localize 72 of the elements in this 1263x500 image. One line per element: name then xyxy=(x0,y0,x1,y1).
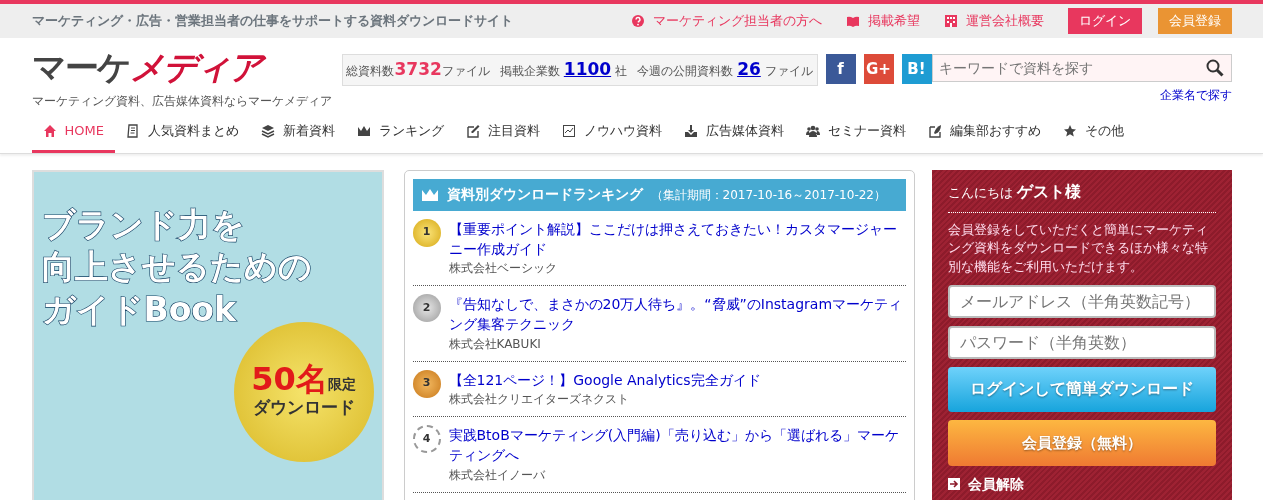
nav-tab[interactable]: セミナー資料 xyxy=(794,115,917,153)
facebook-button[interactable]: f xyxy=(825,54,856,84)
logo[interactable]: マーケメディア xyxy=(31,46,270,89)
rank-medal: 2 xyxy=(412,294,441,323)
tagline: マーケティング・広告・営業担当者の仕事をサポートする資料ダウンロードサイト xyxy=(31,12,513,31)
people-icon xyxy=(805,123,820,138)
ranking-link[interactable]: 【全121ページ！】Google Analytics完全ガイド xyxy=(448,369,761,390)
document-icon xyxy=(125,123,140,138)
ranking-link[interactable]: 【重要ポイント解説】ここだけは押さえておきたい！カスタマージャーニー作成ガイド xyxy=(448,218,906,260)
nav-tab[interactable]: 広告媒体資料 xyxy=(672,115,795,153)
company-name: 株式会社イノーバ xyxy=(448,466,546,484)
nav-tab[interactable]: ノウハウ資料 xyxy=(550,115,673,153)
stat-label: 掲載企業数 xyxy=(499,63,560,81)
crown-icon xyxy=(420,187,439,202)
edit-icon xyxy=(465,123,480,138)
greeting: こんにちは xyxy=(947,183,1013,202)
layers-icon xyxy=(260,123,275,138)
stat-value-link[interactable]: 1100 xyxy=(559,57,616,83)
ranking-period: （集計期間：2017-10-16～2017-10-22） xyxy=(650,186,886,204)
rank-medal: 1 xyxy=(412,218,441,247)
company-name: 株式会社ベーシック xyxy=(448,260,558,278)
unsubscribe-link[interactable]: 会員解除 xyxy=(967,473,1024,495)
banner-headline: ブランド力を xyxy=(41,203,246,246)
top-link[interactable]: 運営会社概要 xyxy=(943,11,1044,31)
seal-limit: 限定 xyxy=(327,375,356,395)
nav-tab[interactable]: その他 xyxy=(1051,115,1135,153)
stat-label: 今週の公開資料数 xyxy=(637,63,734,81)
nav-tab[interactable]: 編集部おすすめ xyxy=(916,115,1052,153)
stat-value: 3732 xyxy=(394,58,442,82)
book-icon xyxy=(845,14,860,28)
nav-tab[interactable]: 注目資料 xyxy=(454,115,551,153)
company-name: 株式会社KABUKI xyxy=(448,335,542,353)
home-icon xyxy=(42,123,57,138)
search-field[interactable]: キーワードで資料を探す xyxy=(931,54,1232,82)
banner-ad[interactable]: ブランド力を 向上させるための ガイドBook 50名 限定 ダウンロード xyxy=(31,169,384,500)
password-field[interactable]: パスワード（半角英数） xyxy=(947,325,1216,359)
ranking-link[interactable]: 実践BtoBマーケティング(入門編)「売り込む」から「選ばれる」マーケティングへ xyxy=(448,425,906,466)
download-icon xyxy=(683,123,698,138)
top-link[interactable]: マーケティング担当者の方へ xyxy=(630,11,822,31)
company-name: 株式会社クリエイターズネクスト xyxy=(448,391,630,408)
building-icon xyxy=(943,14,958,28)
company-search-link[interactable]: 企業名で探す xyxy=(1159,86,1232,104)
rank-medal: 3 xyxy=(412,369,441,398)
logo-subtitle: マーケティング資料、広告媒体資料ならマーケメディア xyxy=(31,92,332,110)
nav-tab[interactable]: HOME xyxy=(31,115,115,153)
banner-headline: 向上させるための xyxy=(41,246,313,289)
question-icon xyxy=(630,14,645,28)
stat-value-link[interactable]: 26 xyxy=(733,57,765,83)
nav-tab[interactable]: ランキング xyxy=(345,115,455,153)
email-field[interactable]: メールアドレス（半角英数記号） xyxy=(947,284,1216,318)
ranking-title: 資料別ダウンロードランキング xyxy=(446,185,643,204)
chart-icon xyxy=(561,123,576,138)
login-button[interactable]: ログイン xyxy=(1067,8,1142,34)
arrow-icon xyxy=(947,478,960,490)
member-description: 会員登録をしていただくと簡単にマーケティング資料をダウンロードできるほか様々な特別な機能をご利用いただけます。 xyxy=(947,220,1209,276)
search-icon[interactable] xyxy=(1205,59,1224,77)
seal-count: 50名 xyxy=(251,363,328,396)
ranking-link[interactable]: 『告知なしで、まさかの20万人待ち』。“脅威”のInstagramマーケティング集客テクニック xyxy=(448,294,906,335)
stat-label: 総資料数 xyxy=(346,64,395,81)
nav-tab[interactable]: 人気資料まとめ xyxy=(114,115,250,153)
user-name: ゲスト様 xyxy=(1016,180,1081,203)
star-icon xyxy=(1062,123,1077,138)
nav-tab[interactable]: 新着資料 xyxy=(249,115,346,153)
banner-headline: ガイドBook xyxy=(41,289,238,332)
pen-icon xyxy=(927,123,942,138)
stat-unit: ファイル xyxy=(441,63,490,81)
stat-unit: ファイル xyxy=(764,63,813,81)
seal-action: ダウンロード xyxy=(252,396,355,420)
rank-medal: 4 xyxy=(412,425,441,453)
top-link[interactable]: 掲載希望 xyxy=(845,11,920,31)
stat-unit: 社 xyxy=(615,63,628,81)
google-plus-button[interactable]: G+ xyxy=(863,54,894,84)
